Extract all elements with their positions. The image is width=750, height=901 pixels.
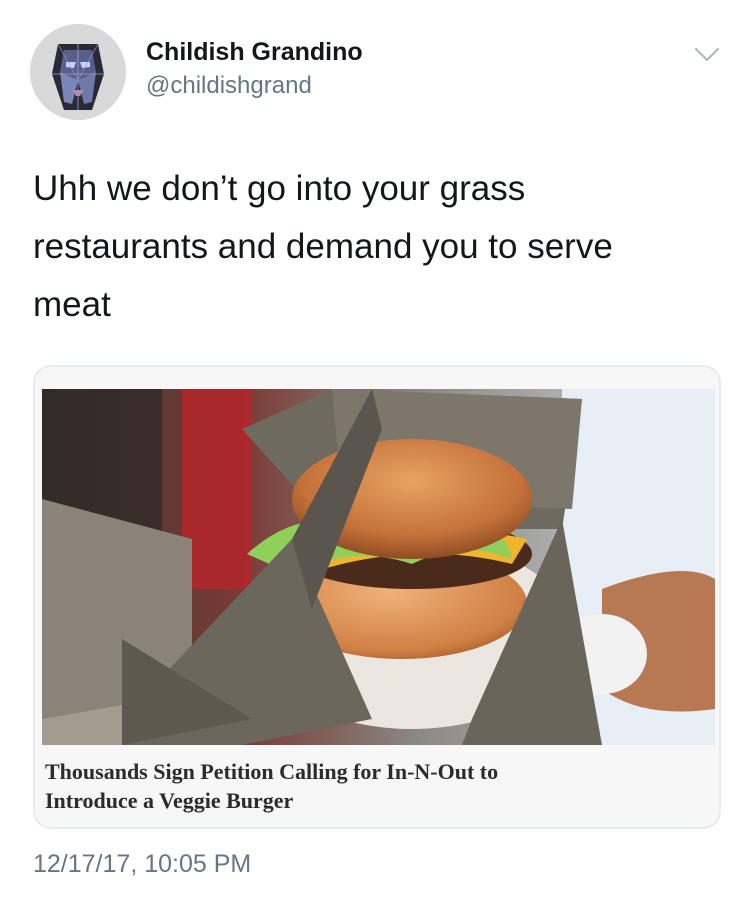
tweet-text: Uhh we don’t go into your grass restaura… [33, 169, 613, 324]
card-image [42, 389, 715, 745]
display-name[interactable]: Childish Grandino [146, 38, 363, 67]
user-handle[interactable]: @childishgrand [146, 72, 312, 100]
avatar-image [30, 24, 126, 120]
tweet-timestamp[interactable]: 12/17/17, 10:05 PM [33, 850, 251, 879]
card-headline[interactable]: Thousands Sign Petition Calling for In-N… [45, 757, 705, 815]
tweet: Childish Grandino @childishgrand Uhh we … [0, 0, 750, 901]
link-card[interactable]: Thousands Sign Petition Calling for In-N… [33, 365, 721, 829]
chevron-down-icon[interactable] [692, 42, 722, 66]
avatar[interactable] [30, 24, 126, 120]
